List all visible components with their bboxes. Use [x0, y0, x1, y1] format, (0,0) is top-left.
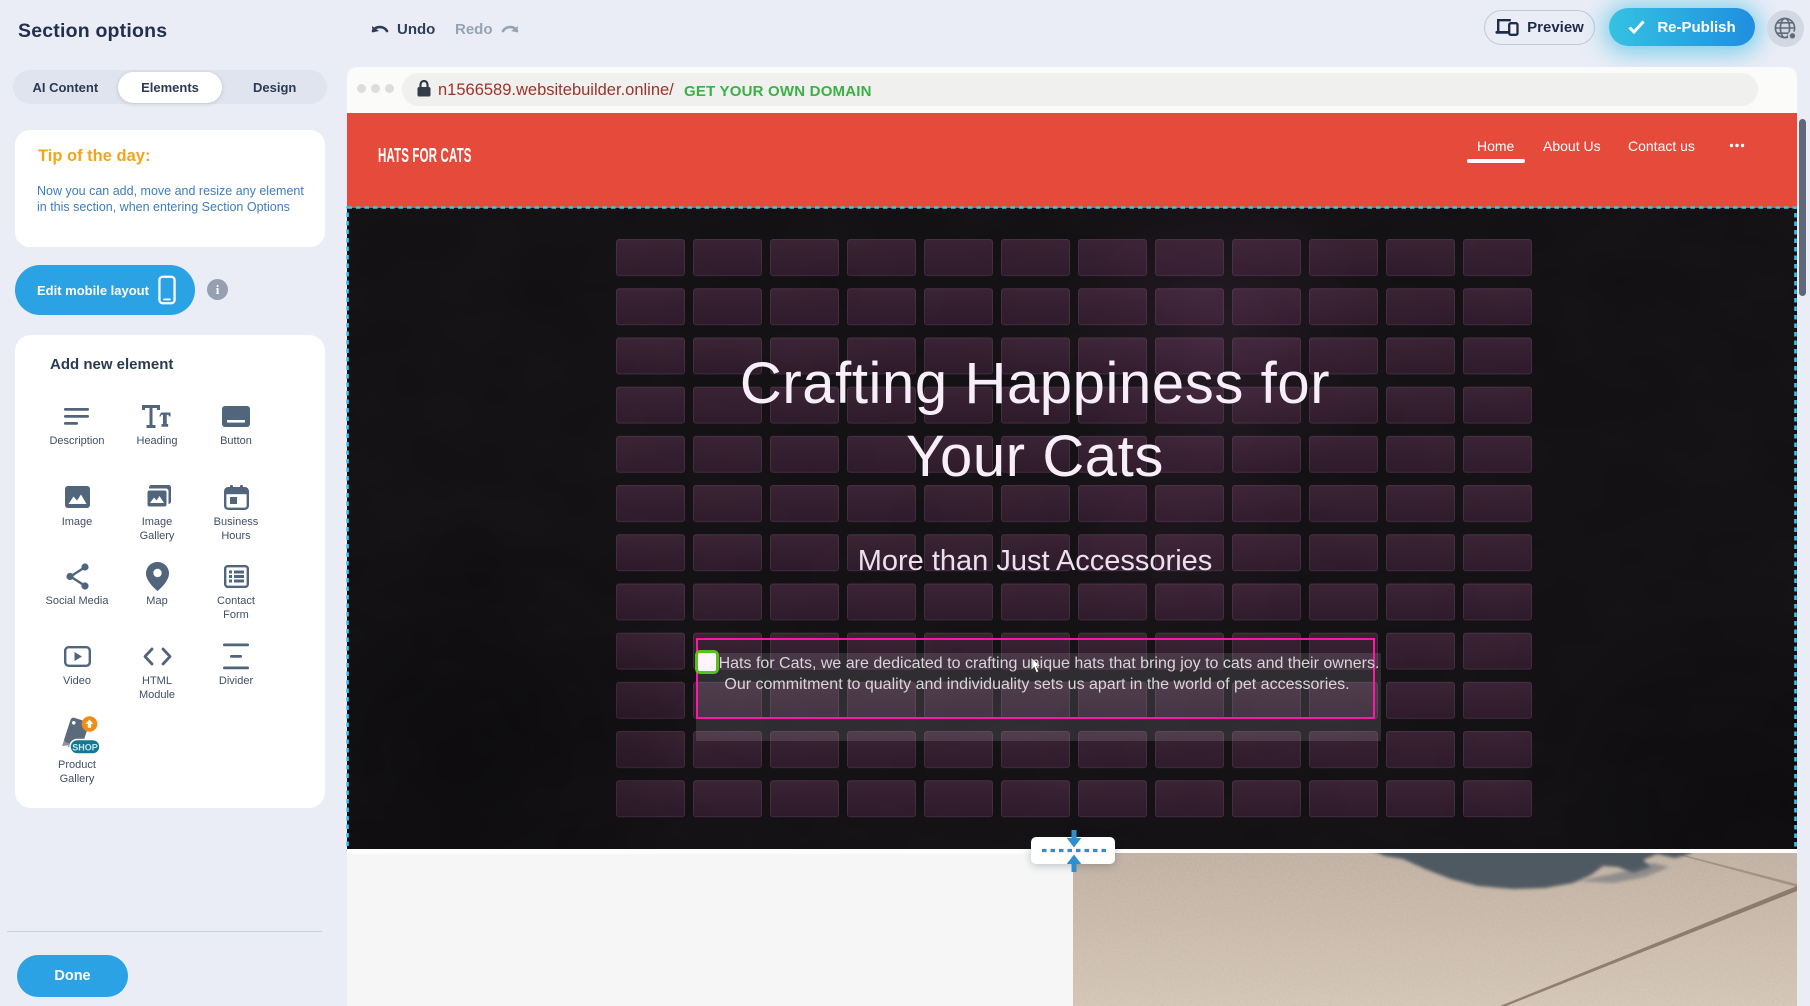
- svg-text:SHOP: SHOP: [72, 742, 98, 752]
